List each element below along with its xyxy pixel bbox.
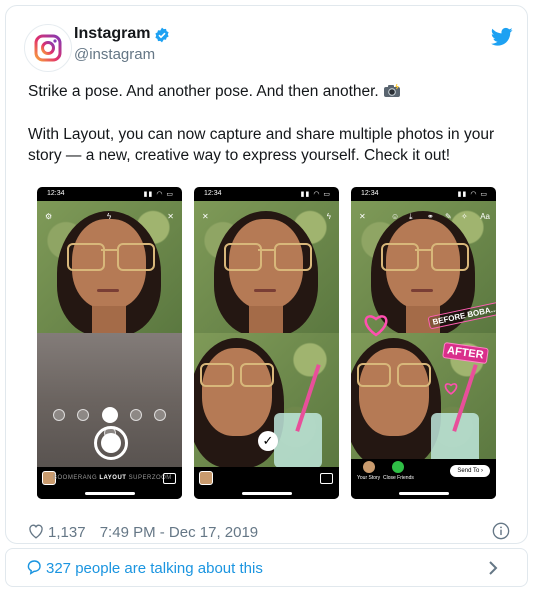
text-tool-icon[interactable]: Aa xyxy=(480,212,490,221)
status-time: 12:34 xyxy=(361,190,379,197)
signal-icons: ▮▮ ◠ ▭ xyxy=(457,191,488,198)
layout-option-1[interactable] xyxy=(77,408,90,421)
signal-icons: ▮▮ ◠ ▭ xyxy=(300,191,331,198)
flash-icon[interactable]: ϟ xyxy=(107,212,111,221)
your-story-label: Your Story xyxy=(357,475,381,481)
close-friends-label: Close Friends xyxy=(383,475,414,481)
phone-screenshot-2[interactable]: 12:34 ▮▮ ◠ ▭ ✕ ϟ ✓ xyxy=(194,187,339,499)
download-icon[interactable]: ⤓ xyxy=(409,212,413,222)
author-handle[interactable]: @instagram xyxy=(74,46,155,63)
tweet-text-paragraph-2: With Layout, you can now capture and sha… xyxy=(28,126,495,164)
phone-screenshot-3[interactable]: 12:34 ▮▮ ◠ ▭ ✕ ☺ ⤓ ⚭ ✎ ✧ Aa BEFORE BOBA.… xyxy=(351,187,496,499)
close-icon[interactable]: ✕ xyxy=(167,212,174,221)
author-avatar[interactable] xyxy=(24,24,72,72)
home-indicator xyxy=(241,492,292,495)
close-icon[interactable]: ✕ xyxy=(359,212,366,221)
layout-option-active[interactable] xyxy=(101,406,118,423)
verified-badge-icon xyxy=(155,27,169,43)
confirm-check-button[interactable]: ✓ xyxy=(258,431,278,451)
like-count[interactable]: 1,137 xyxy=(48,524,86,541)
phone-screenshot-1[interactable]: 12:34 ▮▮ ◠ ▭ ⚙ ϟ ✕ BOOMERANG LAYOUT SUPE… xyxy=(37,187,182,499)
speech-bubble-icon xyxy=(27,560,41,575)
settings-icon[interactable]: ⚙ xyxy=(45,212,52,221)
emoji-sticker-icon[interactable]: ☺ xyxy=(391,212,399,221)
chevron-right-icon[interactable] xyxy=(488,560,498,576)
draw-icon[interactable]: ✎ xyxy=(445,212,452,221)
status-bar: 12:34 ▮▮ ◠ ▭ xyxy=(37,187,182,201)
twitter-bird-icon[interactable] xyxy=(491,27,513,47)
tweet-timestamp[interactable]: 7:49 PM - Dec 17, 2019 xyxy=(100,524,258,541)
layout-option-3[interactable] xyxy=(129,408,142,421)
status-bar: 12:34 ▮▮ ◠ ▭ xyxy=(194,187,339,201)
send-to-button[interactable]: Send To › xyxy=(450,465,490,477)
conversation-link[interactable]: 327 people are talking about this xyxy=(26,559,263,577)
mode-boomerang[interactable]: BOOMERANG xyxy=(53,475,97,481)
selfie-top-photo xyxy=(194,201,339,333)
camera-flash-emoji-icon xyxy=(383,84,400,97)
instagram-logo-icon xyxy=(34,34,62,62)
flash-icon[interactable]: ϟ xyxy=(327,212,331,221)
flip-camera-icon[interactable] xyxy=(320,473,333,484)
close-icon[interactable]: ✕ xyxy=(202,212,209,221)
neon-heart-sticker-icon[interactable] xyxy=(363,313,389,337)
status-bar: 12:34 ▮▮ ◠ ▭ xyxy=(351,187,496,201)
author-name[interactable]: Instagram xyxy=(74,25,150,43)
link-icon[interactable]: ⚭ xyxy=(427,212,434,221)
close-friends-option[interactable]: Close Friends xyxy=(383,461,414,481)
layout-option-close[interactable] xyxy=(52,408,65,421)
gallery-thumbnail[interactable] xyxy=(199,471,213,485)
mode-layout[interactable]: LAYOUT xyxy=(99,475,126,481)
conversation-count-text[interactable]: 327 people are talking about this xyxy=(46,560,263,577)
status-time: 12:34 xyxy=(204,190,222,197)
effects-icon[interactable]: ✧ xyxy=(461,212,468,221)
layout-option-4[interactable] xyxy=(154,408,167,421)
info-icon[interactable] xyxy=(492,522,510,540)
camera-modes[interactable]: BOOMERANG LAYOUT SUPERZOOM xyxy=(53,475,171,481)
send-to-label: Send To xyxy=(457,468,480,474)
signal-icons: ▮▮ ◠ ▭ xyxy=(143,191,174,198)
tweet-meta: 1,137 7:49 PM - Dec 17, 2019 xyxy=(28,524,258,541)
shutter-button[interactable] xyxy=(94,426,128,460)
tweet-card: Instagram @instagram Strike a pose. And … xyxy=(5,5,528,544)
tweet-text-line-1: Strike a pose. And another pose. And the… xyxy=(28,83,379,100)
share-bottom-bar: Your Story Close Friends Send To › xyxy=(351,459,496,499)
home-indicator xyxy=(398,492,449,495)
small-heart-sticker-icon[interactable] xyxy=(444,382,458,395)
camera-bottom-bar: BOOMERANG LAYOUT SUPERZOOM xyxy=(37,467,182,499)
camera-bottom-bar xyxy=(194,467,339,499)
your-story-option[interactable]: Your Story xyxy=(357,461,380,481)
home-indicator xyxy=(84,492,135,495)
tweet-text: Strike a pose. And another pose. And the… xyxy=(28,81,518,166)
status-time: 12:34 xyxy=(47,190,65,197)
heart-icon[interactable] xyxy=(28,524,44,539)
flip-camera-icon[interactable] xyxy=(163,473,176,484)
